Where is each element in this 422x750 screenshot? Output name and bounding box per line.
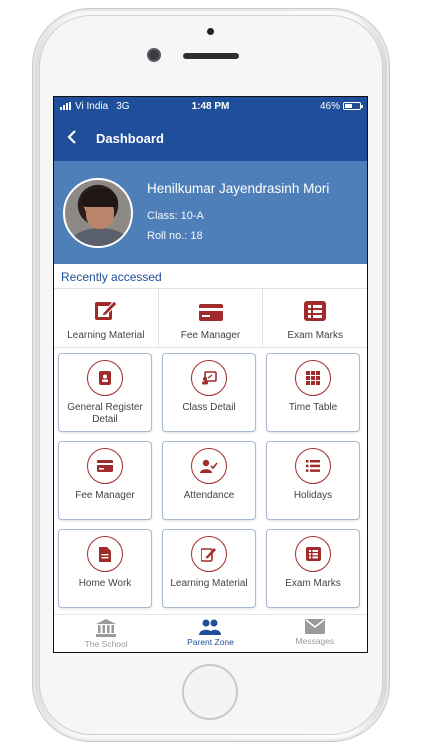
home-button[interactable]	[182, 664, 238, 720]
front-sensor	[207, 28, 214, 35]
tile-label: Home Work	[78, 578, 132, 589]
users-icon	[199, 619, 222, 635]
battery-percent: 46%	[319, 100, 340, 112]
tile-label: Fee Manager	[75, 490, 135, 501]
card-icon	[198, 304, 223, 321]
battery-icon	[343, 102, 363, 110]
recent-item-label: Exam Marks	[287, 330, 343, 341]
recent-item-learning-material[interactable]: Learning Material	[54, 289, 159, 347]
document-icon	[99, 546, 111, 562]
recent-item-label: Learning Material	[67, 330, 145, 341]
grid-icon	[306, 371, 320, 385]
recently-accessed-heading: Recently accessed	[54, 264, 367, 288]
tile-attendance[interactable]: Attendance	[162, 441, 256, 520]
tile-label: General Register Detail	[67, 402, 143, 425]
envelope-icon	[304, 619, 325, 634]
recently-accessed-row: Learning Material Fee Manager Exam Marks	[54, 288, 367, 348]
nav-label: Messages	[295, 636, 335, 646]
nav-label: Parent Zone	[187, 637, 234, 647]
module-grid: General Register Detail Class Detail Tim…	[54, 348, 367, 608]
class-icon	[202, 371, 217, 385]
list-icon	[304, 301, 327, 321]
recent-item-exam-marks[interactable]: Exam Marks	[263, 289, 367, 347]
edit-icon	[201, 547, 216, 562]
student-class: Class: 10-A	[147, 209, 204, 222]
tile-home-work[interactable]: Home Work	[58, 529, 152, 608]
tile-holidays[interactable]: Holidays	[266, 441, 360, 520]
tile-label: Class Detail	[182, 402, 236, 413]
nav-label: The School	[84, 639, 128, 649]
front-camera	[147, 48, 161, 62]
tile-label: Attendance	[183, 490, 235, 501]
app-screen: Vi India 3G 1:48 PM 46% Dashboard Henilk…	[53, 96, 368, 653]
page-title: Dashboard	[96, 130, 164, 146]
bottom-navigation: The School Parent Zone Messages	[54, 614, 367, 652]
nav-parent-zone[interactable]: Parent Zone	[158, 615, 262, 652]
tile-label: Time Table	[288, 402, 338, 413]
tile-class-detail[interactable]: Class Detail	[162, 353, 256, 432]
tile-time-table[interactable]: Time Table	[266, 353, 360, 432]
tile-label: Holidays	[293, 490, 333, 501]
nav-the-school[interactable]: The School	[54, 615, 158, 652]
signal-icon	[60, 102, 71, 110]
tile-fee-manager[interactable]: Fee Manager	[58, 441, 152, 520]
list-icon	[306, 460, 320, 472]
recent-item-fee-manager[interactable]: Fee Manager	[159, 289, 264, 347]
tile-learning-material[interactable]: Learning Material	[162, 529, 256, 608]
student-name: Henilkumar Jayendrasinh Mori	[147, 180, 330, 196]
tile-label: Exam Marks	[285, 578, 341, 589]
carrier-name: Vi India	[75, 100, 109, 112]
network-type: 3G	[116, 100, 130, 112]
card-icon	[97, 460, 113, 472]
app-bar: Dashboard	[54, 115, 367, 161]
earpiece-speaker	[183, 53, 239, 59]
tile-general-register-detail[interactable]: General Register Detail	[58, 353, 152, 432]
list-icon	[305, 547, 321, 561]
status-bar: Vi India 3G 1:48 PM 46%	[54, 97, 367, 115]
back-arrow-icon[interactable]	[66, 128, 96, 148]
student-avatar	[63, 177, 133, 248]
register-icon	[99, 371, 111, 385]
student-profile-card: Henilkumar Jayendrasinh Mori Class: 10-A…	[54, 161, 367, 264]
tile-exam-marks[interactable]: Exam Marks	[266, 529, 360, 608]
edit-icon	[94, 300, 118, 320]
recent-item-label: Fee Manager	[180, 330, 241, 341]
tile-label: Learning Material	[170, 578, 248, 589]
bank-icon	[96, 619, 117, 637]
nav-messages[interactable]: Messages	[263, 615, 367, 652]
student-roll: Roll no.: 18	[147, 229, 203, 242]
user-check-icon	[200, 459, 218, 473]
